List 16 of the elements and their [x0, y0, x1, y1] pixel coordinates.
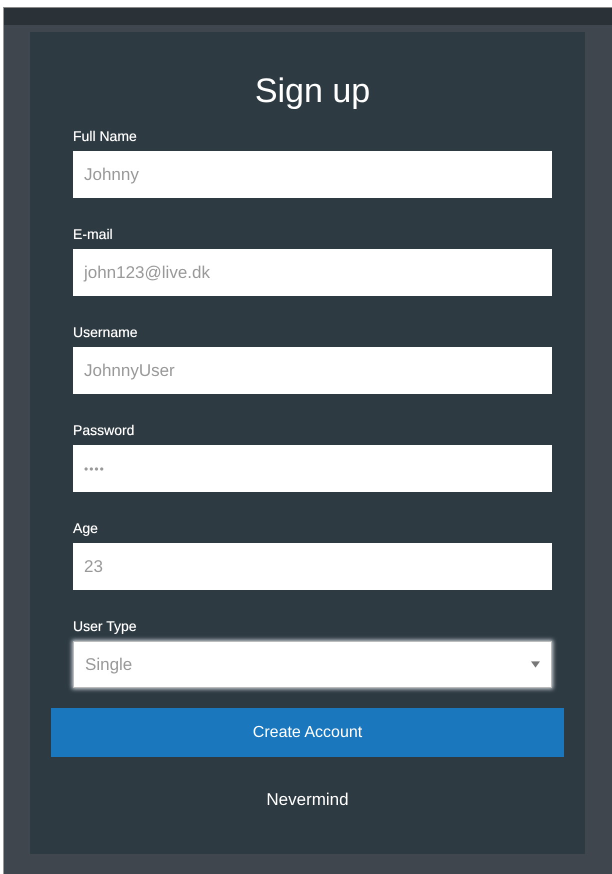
field-label: Age: [73, 519, 98, 537]
input-field[interactable]: Johnny: [73, 151, 552, 198]
dialog-title: Sign up: [254, 71, 372, 111]
input-field[interactable]: 23: [73, 543, 552, 590]
select-field[interactable]: Single: [73, 641, 552, 688]
input-field[interactable]: JohnnyUser: [73, 347, 552, 394]
field-label: Password: [73, 421, 134, 439]
input-field[interactable]: john123@live.dk: [73, 249, 552, 296]
field-label: Username: [73, 323, 138, 341]
password-field[interactable]: ••••: [73, 445, 552, 492]
field-label: User Type: [73, 617, 137, 635]
create-account-button[interactable]: Create Account: [51, 708, 564, 757]
field-label: Full Name: [73, 127, 137, 145]
field-label: E-mail: [73, 225, 113, 243]
caret-icon: [531, 661, 540, 668]
nevermind-button[interactable]: Nevermind: [266, 790, 349, 810]
